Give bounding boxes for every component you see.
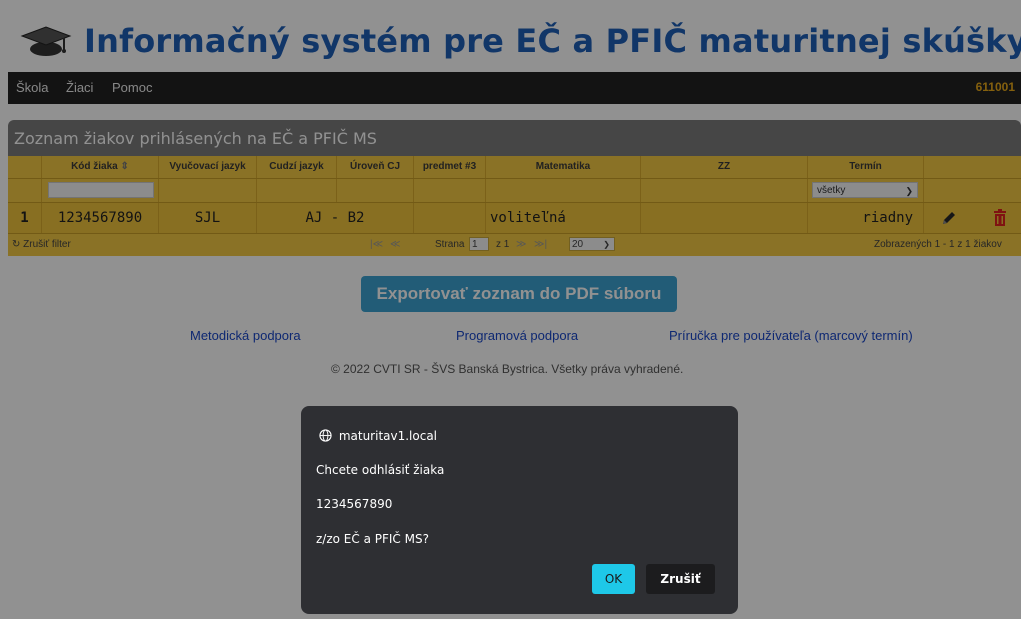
confirm-dialog: maturitav1.local Chcete odhlásiť žiaka 1… — [301, 406, 738, 614]
ok-button[interactable]: OK — [592, 564, 635, 594]
dialog-message-line2: 1234567890 — [316, 497, 393, 511]
dialog-message-line1: Chcete odhlásiť žiaka — [316, 463, 445, 477]
cancel-button[interactable]: Zrušiť — [646, 564, 715, 594]
dialog-message-line3: z/zo EČ a PFIČ MS? — [316, 532, 429, 546]
dialog-origin: maturitav1.local — [319, 429, 437, 443]
globe-icon — [319, 429, 332, 442]
dialog-origin-text: maturitav1.local — [338, 429, 438, 443]
